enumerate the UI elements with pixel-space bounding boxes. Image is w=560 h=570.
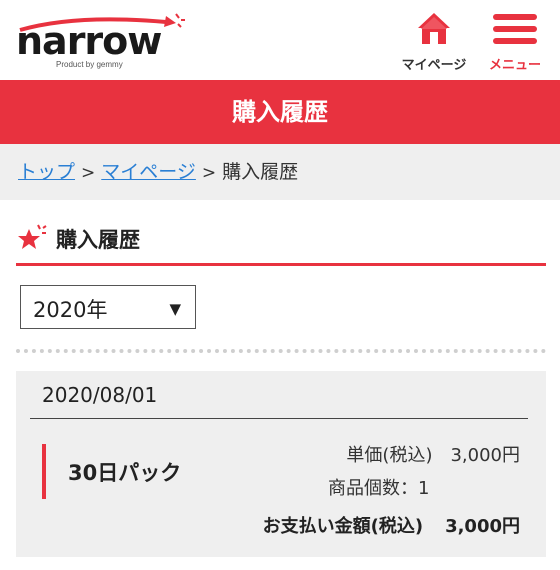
total-row: お支払い金額(税込) 3,000円	[263, 512, 520, 538]
item-accent-bar	[42, 444, 46, 499]
logo[interactable]: narrow Product by gemmy	[16, 12, 186, 72]
mypage-label: マイページ	[401, 58, 467, 73]
section-title: 購入履歴	[56, 228, 140, 252]
logo-subtitle: Product by gemmy	[56, 60, 123, 69]
dotted-divider	[16, 349, 546, 353]
page-title: 購入履歴	[0, 80, 560, 144]
breadcrumb-mypage-link[interactable]: マイページ	[101, 161, 196, 183]
quantity-label: 商品個数：	[328, 478, 418, 499]
total-label: お支払い金額(税込)	[262, 516, 424, 537]
order-date: 2020/08/01	[42, 383, 158, 407]
menu-label: メニュー	[488, 58, 541, 73]
breadcrumb-separator: >	[81, 163, 96, 183]
site-header: narrow Product by gemmy マイページ メニュー	[0, 0, 560, 80]
unit-price-value: 3,000円	[450, 445, 520, 466]
item-name: 30日パック	[68, 461, 182, 485]
year-select-value: 2020年	[33, 298, 108, 322]
mypage-button[interactable]: マイページ	[396, 10, 472, 73]
breadcrumb-top-link[interactable]: トップ	[18, 161, 75, 183]
year-select[interactable]: 2020年 ▼	[20, 285, 196, 329]
dropdown-arrow-icon: ▼	[169, 300, 181, 318]
logo-text: narrow	[16, 19, 162, 63]
breadcrumb-separator: >	[201, 163, 217, 183]
quantity-value: 1	[418, 478, 430, 499]
breadcrumb: トップ > マイページ > 購入履歴	[0, 144, 560, 200]
order-card: 2020/08/01 30日パック 単価(税込) 3,000円 商品個数：1 お支…	[16, 371, 546, 557]
total-value: 3,000円	[445, 516, 520, 537]
hamburger-menu-icon	[493, 14, 537, 44]
home-icon	[418, 13, 450, 44]
breadcrumb-current: 購入履歴	[222, 161, 299, 183]
unit-price-row: 単価(税込) 3,000円	[346, 441, 520, 467]
menu-button[interactable]: メニュー	[480, 10, 550, 73]
section-header: 購入履歴	[16, 218, 546, 266]
star-icon	[18, 224, 47, 249]
order-divider	[30, 418, 528, 419]
quantity-row: 商品個数：1	[328, 474, 429, 500]
unit-price-label: 単価(税込)	[346, 445, 433, 466]
